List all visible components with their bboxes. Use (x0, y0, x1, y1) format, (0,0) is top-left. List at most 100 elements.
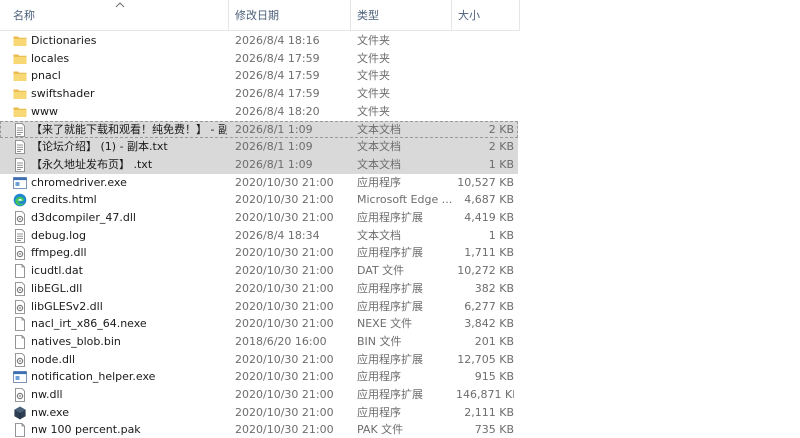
column-divider[interactable] (451, 0, 452, 30)
file-name: chromedriver.exe (31, 175, 127, 189)
file-row[interactable]: nw.exe 2020/10/30 21:00 应用程序 2,111 KB (0, 404, 520, 422)
file-row[interactable]: icudtl.dat 2020/10/30 21:00 DAT 文件 10,272 K… (0, 262, 520, 280)
file-modified-date: 2020/10/30 21:00 (235, 211, 334, 224)
file-modified-date: 2020/10/30 21:00 (235, 175, 334, 189)
file-modified-date: 2026/8/4 17:59 (235, 69, 320, 83)
file-size: 10,272 KB (457, 264, 514, 278)
sort-ascending-icon (115, 2, 125, 8)
dll-icon (13, 299, 27, 314)
file-modified-date: 2020/10/30 21:00 (235, 299, 334, 313)
file-type: 应用程序 (357, 370, 401, 384)
file-explorer-list: 名称 修改日期 类型 大小 Dictionaries 2026/8/4 18:16… (0, 0, 800, 438)
file-type: 文件夹 (357, 87, 390, 101)
column-header-type[interactable]: 类型 (357, 0, 379, 30)
file-name: credits.html (31, 193, 97, 207)
file-size (456, 103, 514, 121)
file-row[interactable]: notification_helper.exe 2020/10/30 21:00 应… (0, 368, 520, 386)
file-type: 文件夹 (357, 34, 390, 47)
file-name: Dictionaries (31, 34, 97, 47)
blank-file-icon (13, 423, 27, 438)
file-modified-date: 2020/10/30 21:00 (235, 246, 334, 260)
file-modified-date: 2020/10/30 21:00 (235, 370, 334, 384)
file-type: 文本文档 (357, 157, 401, 171)
column-divider[interactable] (228, 0, 229, 30)
file-modified-date: 2026/8/4 17:59 (235, 87, 320, 101)
folder-icon (13, 105, 27, 119)
file-row[interactable]: natives_blob.bin 2018/6/20 16:00 BIN 文件 201… (0, 333, 520, 351)
file-size: 2 KB (488, 122, 514, 136)
file-row[interactable]: credits.html 2020/10/30 21:00 Microsoft Ed… (0, 191, 520, 209)
folder-icon (13, 34, 27, 48)
file-size (456, 50, 514, 68)
file-name: libEGL.dll (31, 281, 83, 295)
file-size (456, 85, 514, 103)
file-modified-date: 2026/8/4 18:34 (235, 228, 320, 242)
file-row[interactable]: nacl_irt_x86_64.nexe 2020/10/30 21:00 NEXE… (0, 315, 520, 333)
file-row[interactable]: nw 100 percent.pak 2020/10/30 21:00 PAK 文件… (0, 421, 520, 438)
file-name: debug.log (31, 228, 86, 242)
file-row[interactable]: www 2026/8/4 18:20 文件夹 (0, 103, 520, 121)
file-name: nacl_irt_x86_64.nexe (31, 317, 147, 331)
file-size (456, 32, 514, 50)
file-modified-date: 2026/8/1 1:09 (235, 122, 313, 136)
column-header-size[interactable]: 大小 (458, 0, 480, 30)
file-type: 应用程序 (357, 405, 401, 419)
file-type: 应用程序扩展 (357, 246, 423, 260)
dll-icon (13, 388, 27, 402)
file-row[interactable]: swiftshader 2026/8/4 17:59 文件夹 (0, 85, 520, 103)
file-row[interactable]: locales 2026/8/4 17:59 文件夹 (0, 50, 520, 68)
file-name: www (31, 104, 58, 118)
column-divider[interactable] (519, 0, 520, 30)
file-modified-date: 2020/10/30 21:00 (235, 405, 334, 419)
file-row[interactable]: node.dll 2020/10/30 21:00 应用程序扩展 12,705 KB (0, 351, 520, 369)
folder-icon (13, 52, 27, 66)
file-modified-date: 2026/8/4 18:20 (235, 104, 320, 118)
file-row[interactable]: ffmpeg.dll 2020/10/30 21:00 应用程序扩展 1,711 KB (0, 244, 520, 262)
file-row[interactable]: 【永久地址发布页】 .txt 2026/8/1 1:09 文本文档 1 KB (0, 155, 518, 174)
file-name: natives_blob.bin (31, 334, 121, 348)
file-name: 【永久地址发布页】 .txt (31, 157, 153, 171)
file-row[interactable]: libEGL.dll 2020/10/30 21:00 应用程序扩展 382 KB (0, 280, 520, 298)
file-row[interactable]: Dictionaries 2026/8/4 18:16 文件夹 (0, 32, 520, 50)
dll-icon (13, 281, 27, 296)
text-file-icon (13, 157, 27, 172)
file-modified-date: 2026/8/4 17:59 (235, 51, 320, 65)
text-file-icon (13, 228, 27, 243)
file-name: pnacl (31, 69, 61, 83)
file-name: d3dcompiler_47.dll (31, 211, 136, 224)
edge-icon (13, 193, 27, 207)
file-name: libGLESv2.dll (31, 299, 103, 313)
file-name: swiftshader (31, 87, 95, 101)
file-size: 4,419 KB (464, 211, 514, 224)
file-row[interactable]: nw.dll 2020/10/30 21:00 应用程序扩展 146,871 KB (0, 386, 520, 404)
file-row[interactable]: chromedriver.exe 2020/10/30 21:00 应用程序 10,5… (0, 174, 520, 192)
file-name: notification_helper.exe (31, 370, 156, 384)
file-type: 应用程序扩展 (357, 352, 423, 366)
dll-icon (13, 211, 27, 225)
file-size: 1 KB (488, 157, 514, 171)
file-type: BIN 文件 (357, 334, 402, 348)
file-modified-date: 2020/10/30 21:00 (235, 423, 334, 437)
column-header-modified[interactable]: 修改日期 (235, 0, 279, 30)
text-file-icon (13, 140, 27, 155)
file-row[interactable]: 【来了就能下载和观看！纯免费！】 - 副... 2026/8/1 1:09 文本文档… (0, 120, 518, 139)
file-row[interactable]: pnacl 2026/8/4 17:59 文件夹 (0, 67, 520, 85)
file-modified-date: 2020/10/30 21:00 (235, 264, 334, 278)
application-icon (13, 176, 27, 190)
file-modified-date: 2020/10/30 21:00 (235, 352, 334, 366)
file-row[interactable]: 【论坛介绍】 (1) - 副本.txt 2026/8/1 1:09 文本文档 2 KB (0, 138, 518, 156)
file-size: 10,527 KB (457, 175, 514, 189)
file-size: 12,705 KB (457, 352, 514, 366)
file-name: nw 100 percent.pak (31, 423, 141, 437)
column-header-name[interactable]: 名称 (13, 0, 35, 30)
file-modified-date: 2020/10/30 21:00 (235, 388, 334, 401)
file-type: 应用程序 (357, 175, 401, 189)
file-row[interactable]: d3dcompiler_47.dll 2020/10/30 21:00 应用程序扩展… (0, 209, 520, 227)
file-type: NEXE 文件 (357, 317, 413, 331)
file-row[interactable]: debug.log 2026/8/4 18:34 文本文档 1 KB (0, 227, 520, 245)
column-divider[interactable] (350, 0, 351, 30)
file-name: icudtl.dat (31, 264, 83, 278)
file-modified-date: 2026/8/1 1:09 (235, 157, 313, 171)
file-row[interactable]: libGLESv2.dll 2020/10/30 21:00 应用程序扩展 6,277… (0, 298, 520, 316)
file-type: 应用程序扩展 (357, 281, 423, 295)
